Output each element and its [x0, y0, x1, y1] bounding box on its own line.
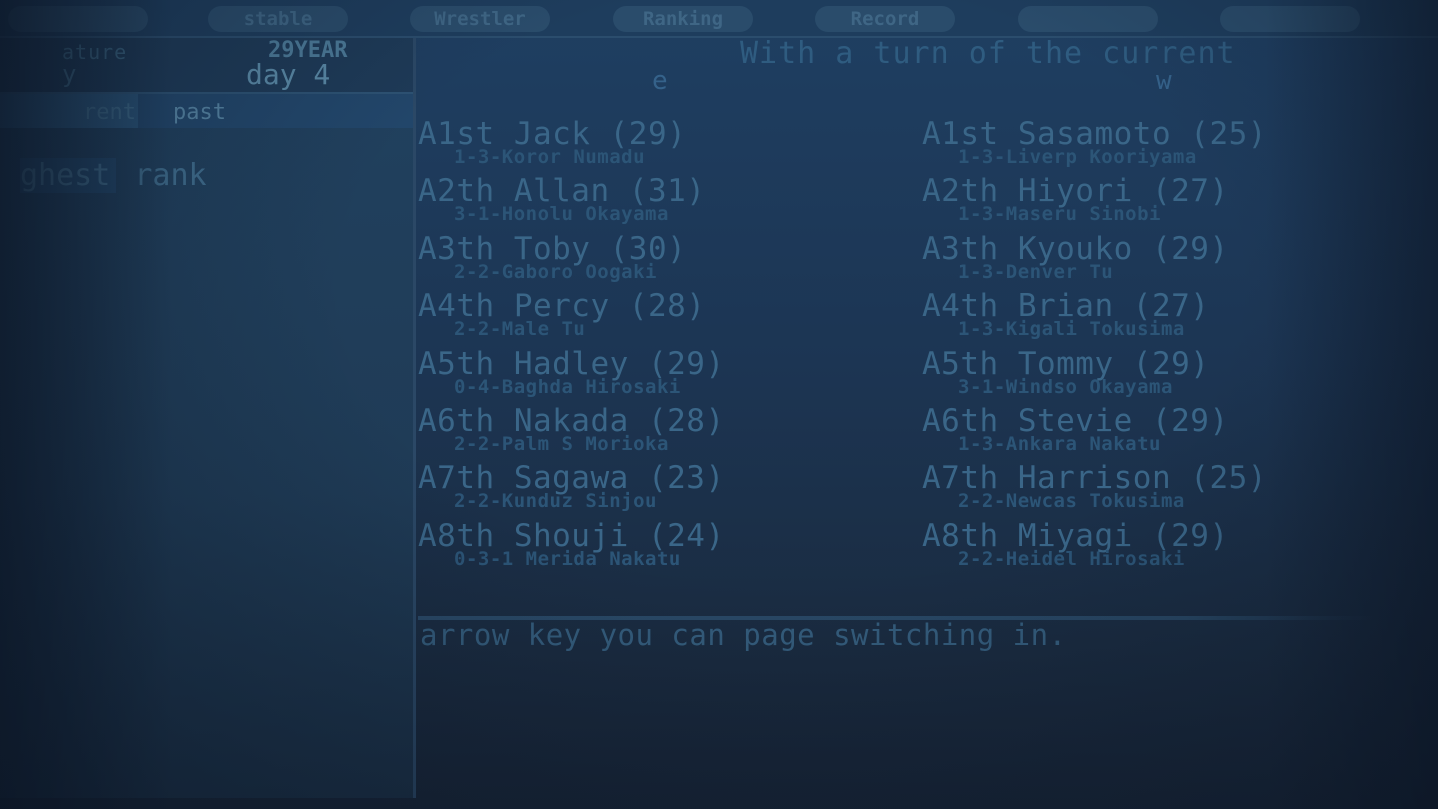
west-entry[interactable]: A3th Kyouko (29) 1-3-Denver Tu: [922, 231, 1422, 289]
west-entry[interactable]: A7th Harrison (25) 2-2-Newcas Tokusima: [922, 460, 1422, 518]
wrestler-detail: 1-3-Kigali Tokusima: [958, 318, 1185, 340]
wrestler-detail: 1-3-Liverp Kooriyama: [958, 146, 1197, 168]
east-entry[interactable]: A1st Jack (29) 1-3-Koror Numadu: [418, 116, 918, 174]
period-tabs: rent past: [0, 94, 413, 128]
tab-unknown-left[interactable]: [8, 6, 148, 32]
wrestler-detail: 3-1-Windso Okayama: [958, 376, 1173, 398]
wrestler-detail: 2-2-Newcas Tokusima: [958, 490, 1185, 512]
top-menu-bar: stable Wrestler Ranking Record: [0, 0, 1438, 38]
ranking-panel: With a turn of the current e w A1st Jack…: [418, 36, 1438, 620]
tab-unknown-right[interactable]: [1018, 6, 1158, 32]
east-entry[interactable]: A3th Toby (30) 2-2-Gaboro Oogaki: [418, 231, 918, 289]
east-entry[interactable]: A5th Hadley (29) 0-4-Baghda Hirosaki: [418, 346, 918, 404]
day-label: day 4: [246, 58, 331, 91]
day-prefix-label: y: [62, 60, 77, 88]
tab-wrestler[interactable]: Wrestler: [410, 6, 550, 32]
tab-ranking[interactable]: Ranking: [613, 6, 753, 32]
wrestler-detail: 2-2-Gaboro Oogaki: [454, 261, 657, 283]
wrestler-detail: 0-4-Baghda Hirosaki: [454, 376, 681, 398]
east-entry[interactable]: A7th Sagawa (23) 2-2-Kunduz Sinjou: [418, 460, 918, 518]
west-entry[interactable]: A5th Tommy (29) 3-1-Windso Okayama: [922, 346, 1422, 404]
wrestler-detail: 1-3-Ankara Nakatu: [958, 433, 1161, 455]
tab-current[interactable]: rent: [0, 94, 138, 128]
wrestler-detail: 2-2-Palm S Morioka: [454, 433, 669, 455]
tab-past[interactable]: past: [173, 94, 226, 132]
wrestler-detail: 2-2-Heidel Hirosaki: [958, 548, 1185, 570]
west-side-label: w: [1156, 66, 1172, 96]
west-entry[interactable]: A4th Brian (27) 1-3-Kigali Tokusima: [922, 288, 1422, 346]
east-entry[interactable]: A8th Shouji (24) 0-3-1 Merida Nakatu: [418, 518, 918, 576]
west-entry[interactable]: A1st Sasamoto (25) 1-3-Liverp Kooriyama: [922, 116, 1422, 174]
wrestler-detail: 1-3-Denver Tu: [958, 261, 1114, 283]
tab-unknown-far-right[interactable]: [1220, 6, 1360, 32]
tab-stable[interactable]: stable: [208, 6, 348, 32]
game-screen: stable Wrestler Ranking Record ature 29Y…: [0, 0, 1438, 809]
wrestler-detail: 3-1-Honolu Okayama: [454, 203, 669, 225]
highest-rank-suffix: rank: [116, 158, 207, 193]
wrestler-detail: 2-2-Kunduz Sinjou: [454, 490, 657, 512]
west-entry[interactable]: A2th Hiyori (27) 1-3-Maseru Sinobi: [922, 173, 1422, 231]
west-entry[interactable]: A6th Stevie (29) 1-3-Ankara Nakatu: [922, 403, 1422, 461]
wrestler-detail: 1-3-Maseru Sinobi: [958, 203, 1161, 225]
west-entry[interactable]: A8th Miyagi (29) 2-2-Heidel Hirosaki: [922, 518, 1422, 576]
highest-rank-prefix: ghest: [20, 158, 117, 193]
east-side-label: e: [652, 66, 668, 96]
east-entry[interactable]: A6th Nakada (28) 2-2-Palm S Morioka: [418, 403, 918, 461]
wrestler-detail: 0-3-1 Merida Nakatu: [454, 548, 681, 570]
wrestler-detail: 2-2-Male Tu: [454, 318, 586, 340]
date-header: ature 29YEAR y day 4: [0, 38, 413, 94]
tab-record[interactable]: Record: [815, 6, 955, 32]
help-hint-text: arrow key you can page switching in.: [420, 618, 1067, 652]
highest-rank-option[interactable]: ghest rank: [20, 158, 207, 193]
east-entry[interactable]: A2th Allan (31) 3-1-Honolu Okayama: [418, 173, 918, 231]
wrestler-detail: 1-3-Koror Numadu: [454, 146, 646, 168]
east-entry[interactable]: A4th Percy (28) 2-2-Male Tu: [418, 288, 918, 346]
left-info-panel: ature 29YEAR y day 4 rent past ghest ran…: [0, 38, 416, 798]
